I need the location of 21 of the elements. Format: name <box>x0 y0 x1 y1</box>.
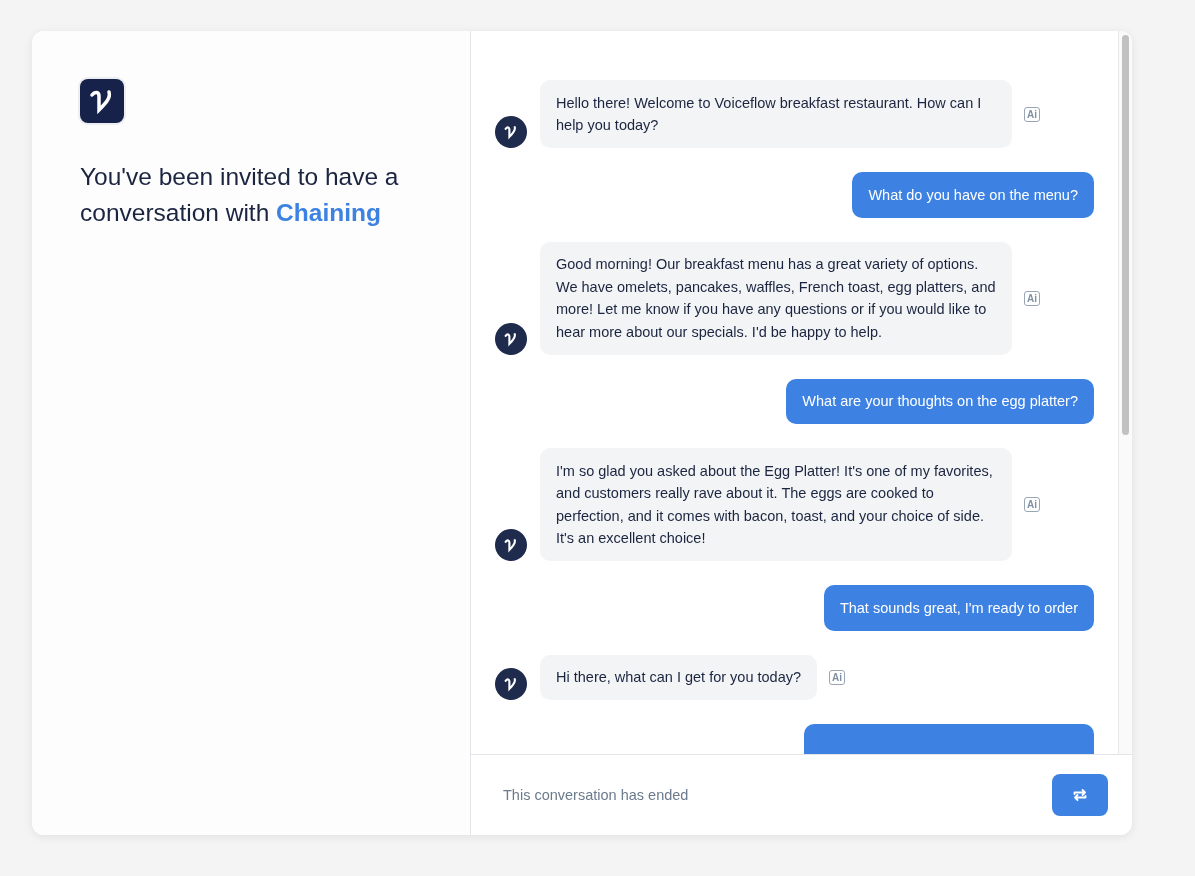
avatar-icon <box>495 668 527 700</box>
message-bubble: That sounds great, I'm ready to order <box>823 585 1094 631</box>
message-bubble: What do you have on the menu? <box>852 172 1094 218</box>
ai-badge: Ai <box>1024 290 1040 306</box>
ai-badge: Ai <box>1024 497 1040 512</box>
refresh-icon <box>1072 787 1088 803</box>
message-bubble: What are your thoughts on the egg platter? <box>786 378 1094 424</box>
avatar-icon <box>495 529 527 561</box>
invite-text: You've been invited to have a conversation with Chaining <box>80 162 400 228</box>
logo-icon <box>80 79 124 123</box>
ai-badge: Ai <box>829 669 846 685</box>
avatar-icon <box>495 322 527 355</box>
message-bubble: I'm so glad you asked about the Egg Platter! It's one of my favorites, and customers really rave about it. The eggs are cooked to perfection, and it comes with bacon, toast, and your choice of side. It's an excellent choice! <box>540 448 1012 561</box>
scrollbar[interactable] <box>1118 31 1132 754</box>
message-bubble: Good morning! Our breakfast menu has a great variety of options. We have omelets, pancakes, waffles, French toast, egg platters, and more! Let me know if you have any questions or if you would like to hear more about our specials. I'd be happy to help. <box>540 241 1012 355</box>
restart-button[interactable] <box>1052 774 1108 816</box>
message-bubble: Hi there, what can I get for you today? <box>540 654 818 700</box>
status-text: This conversation has ended <box>503 787 689 803</box>
avatar-icon <box>495 116 527 148</box>
message-bubble: Hello there! Welcome to Voiceflow breakfast restaurant. How can I help you today? <box>540 80 1012 148</box>
ai-badge: Ai <box>1024 106 1040 122</box>
